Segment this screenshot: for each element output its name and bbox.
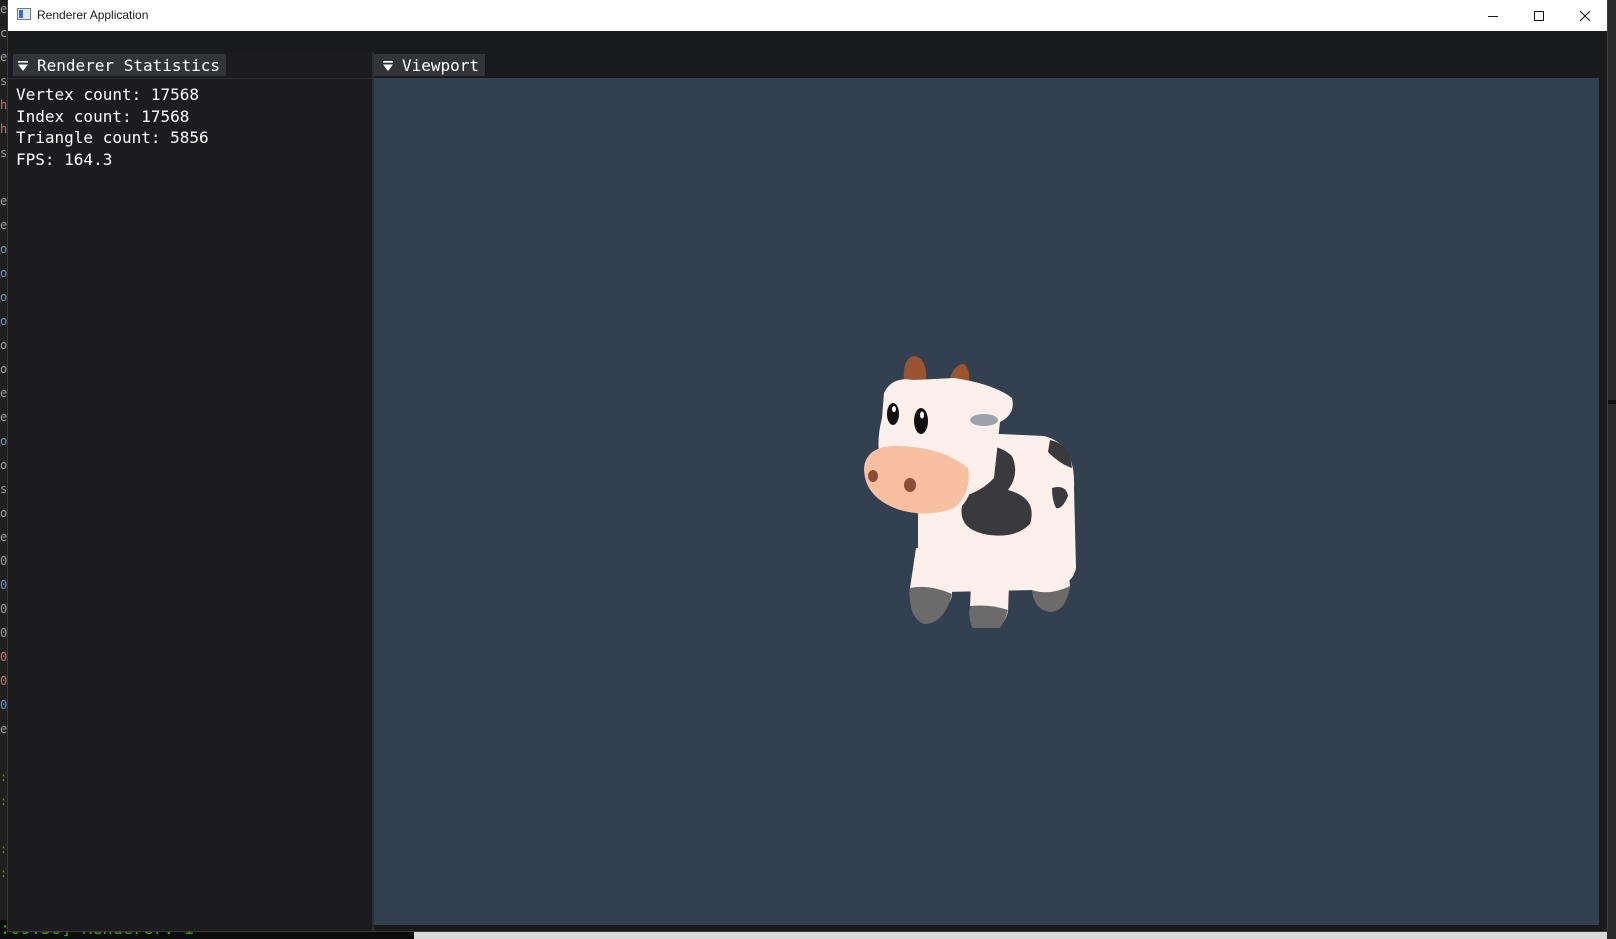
cow-ear: [970, 414, 998, 426]
renderer-statistics-tab[interactable]: Renderer Statistics: [13, 54, 227, 76]
viewport-panel: Viewport: [374, 52, 1607, 931]
collapse-triangle-icon[interactable]: [382, 60, 394, 72]
panel-separator: [8, 78, 372, 79]
renderer-statistics-panel: Renderer Statistics Vertex count: 17568 …: [8, 52, 372, 931]
statistics-list: Vertex count: 17568 Index count: 17568 T…: [16, 84, 209, 170]
client-area: Renderer Statistics Vertex count: 17568 …: [8, 31, 1607, 931]
renderer-statistics-title: Renderer Statistics: [37, 55, 221, 75]
maximize-button[interactable]: [1516, 0, 1562, 31]
minimize-icon: [1488, 15, 1498, 17]
background-right-mark: [1608, 400, 1616, 404]
desktop: e c e s h h s e e o o o o o o e e o o s …: [0, 0, 1616, 939]
app-window-icon: [17, 8, 31, 20]
cow-model: [864, 356, 1076, 628]
maximize-icon: [1534, 10, 1544, 21]
cow-nostril-right: [904, 478, 916, 492]
window-title: Renderer Application: [37, 8, 149, 22]
close-icon: [1579, 10, 1591, 21]
index-count-text: Index count: 17568: [16, 106, 190, 126]
vertex-count-text: Vertex count: 17568: [16, 85, 200, 104]
viewport-title: Viewport: [402, 55, 480, 75]
fps-text: FPS: 164.3: [16, 149, 113, 169]
close-button[interactable]: [1562, 0, 1608, 31]
background-right-edge: [1607, 0, 1616, 939]
minimize-button[interactable]: [1470, 0, 1516, 31]
cow-eye-right-highlight: [920, 411, 924, 419]
background-taskbar: [414, 931, 1616, 939]
cow-horn-left: [903, 356, 927, 383]
cow-nostril-left: [868, 470, 878, 482]
cow-eye-left: [887, 403, 899, 425]
cow-eye-left-highlight: [892, 406, 896, 412]
collapse-triangle-icon[interactable]: [17, 60, 29, 72]
cow-eye-right: [914, 408, 928, 434]
renderer-application-window: Renderer Application Renderer Statistics…: [8, 0, 1607, 931]
cow-hoof-front-left: [909, 586, 952, 624]
triangle-count-text: Triangle count: 5856: [16, 128, 209, 147]
viewport-canvas[interactable]: [374, 78, 1599, 925]
cow-hoof-front-right: [969, 605, 1008, 628]
title-bar[interactable]: Renderer Application: [8, 0, 1607, 32]
viewport-tab[interactable]: Viewport: [374, 54, 486, 76]
